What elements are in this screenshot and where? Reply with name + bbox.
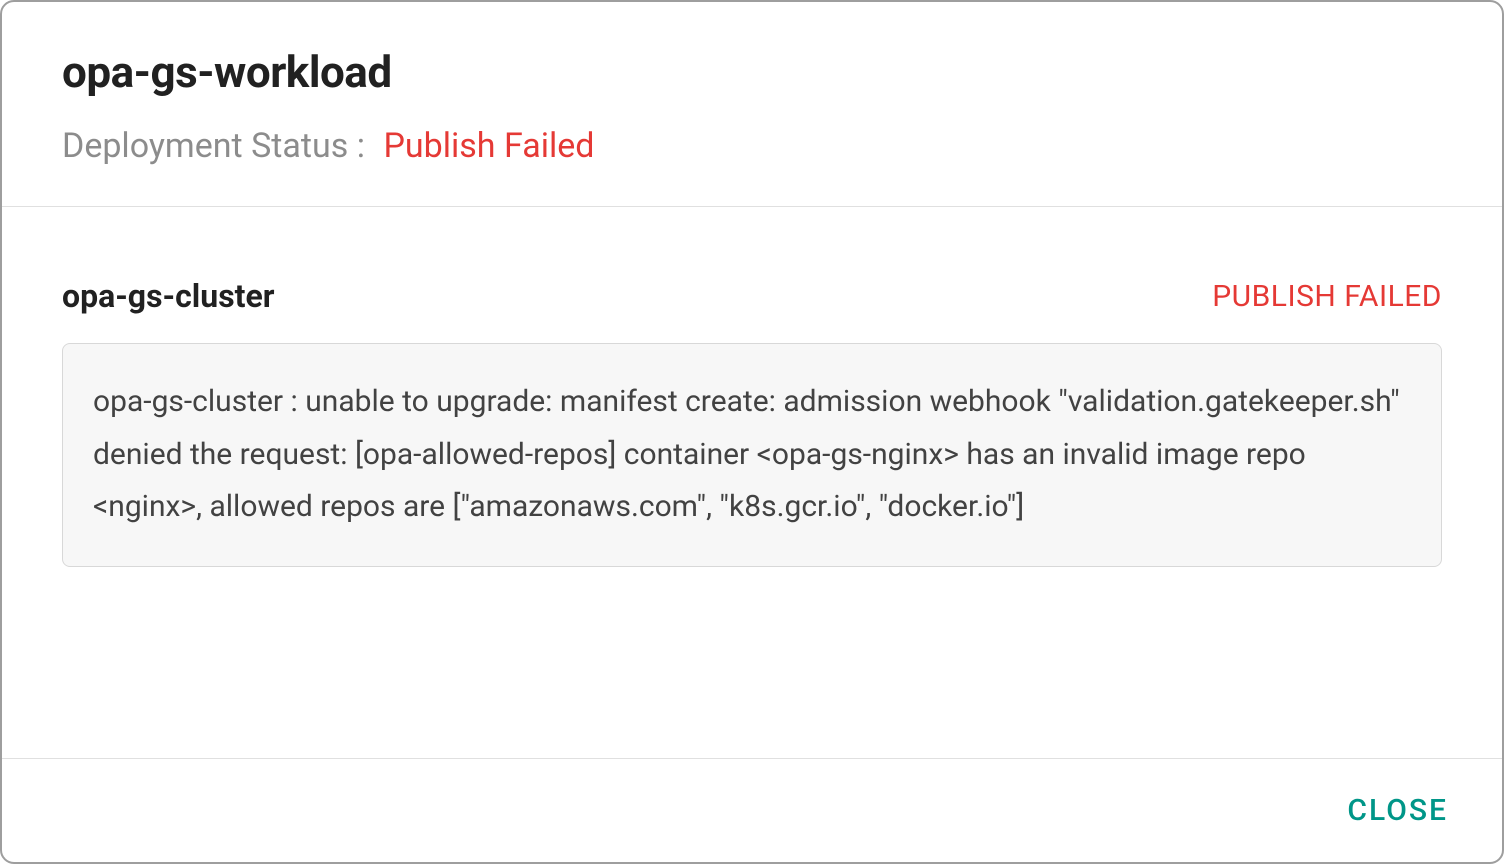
- cluster-status-badge: PUBLISH FAILED: [1212, 279, 1442, 314]
- cluster-name: opa-gs-cluster: [62, 277, 274, 315]
- close-button[interactable]: CLOSE: [1347, 793, 1448, 828]
- deployment-status-label: Deployment Status :: [62, 126, 365, 166]
- error-message-box: opa-gs-cluster : unable to upgrade: mani…: [62, 343, 1442, 567]
- dialog-header: opa-gs-workload Deployment Status : Publ…: [2, 2, 1502, 207]
- dialog-footer: CLOSE: [2, 758, 1502, 862]
- cluster-header-row: opa-gs-cluster PUBLISH FAILED: [62, 277, 1442, 315]
- deployment-status-value: Publish Failed: [383, 126, 594, 166]
- deployment-status-dialog: opa-gs-workload Deployment Status : Publ…: [0, 0, 1504, 864]
- dialog-title: opa-gs-workload: [62, 46, 1442, 98]
- dialog-body: opa-gs-cluster PUBLISH FAILED opa-gs-clu…: [2, 207, 1502, 758]
- deployment-status-row: Deployment Status : Publish Failed: [62, 126, 1442, 166]
